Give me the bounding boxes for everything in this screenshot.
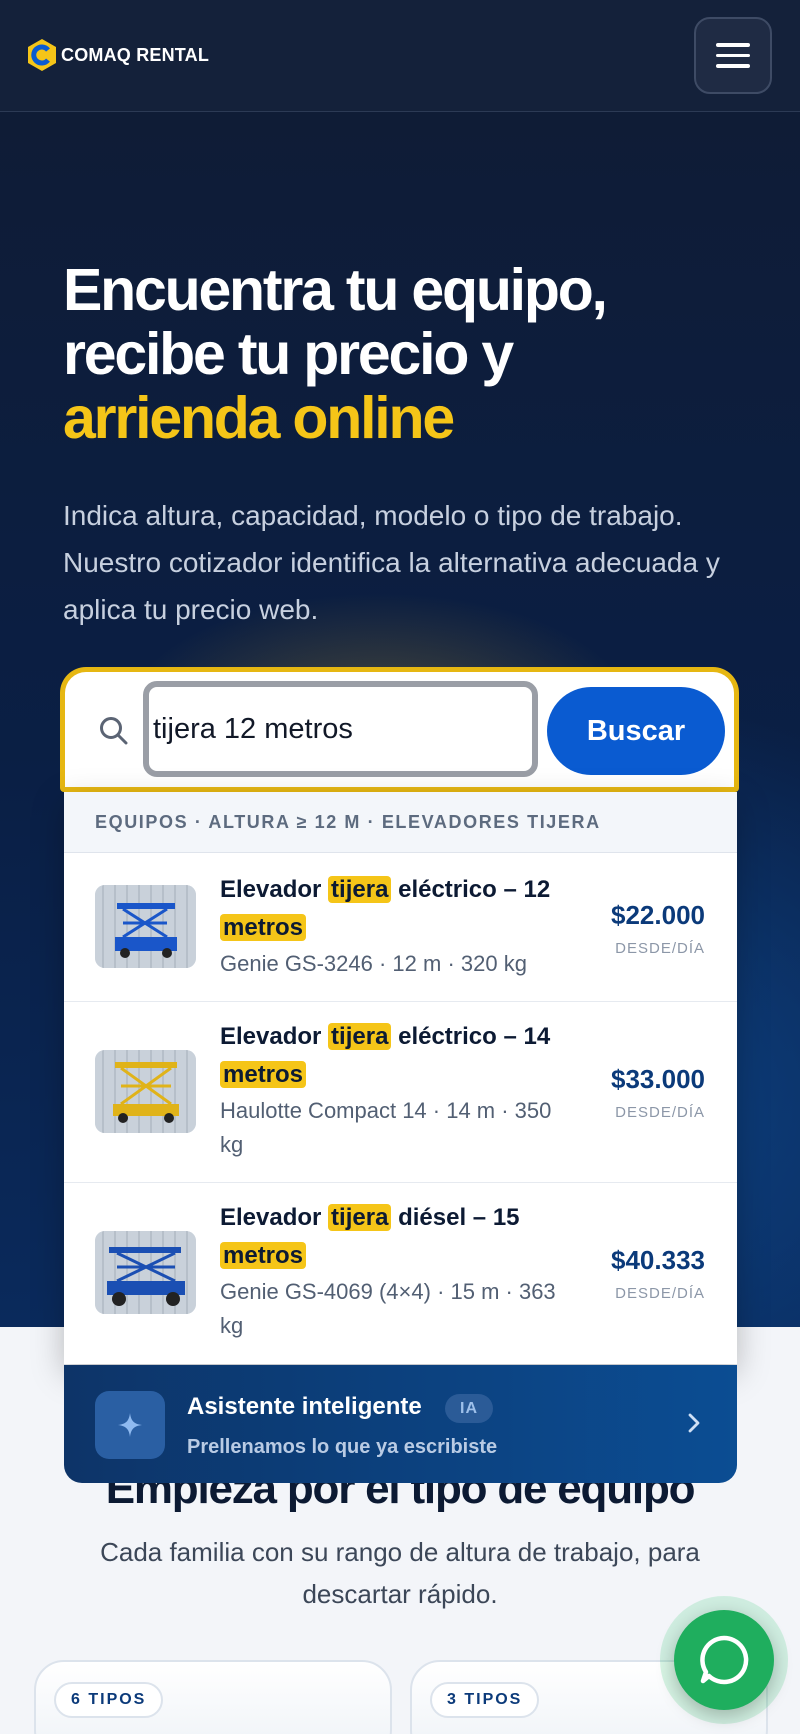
category-count-badge: 6 TIPOS (54, 1682, 164, 1718)
hero-title-highlight: arrienda online (63, 385, 455, 451)
result-price: $40.333 (611, 1245, 705, 1275)
hero-title-line1: Encuentra tu equipo, (63, 257, 608, 323)
ai-badge: IA (445, 1394, 493, 1423)
result-item[interactable]: Elevador tijera eléctrico – 12 metros Ge… (64, 853, 737, 1002)
result-price-unit: DESDE/DÍA (615, 1285, 705, 1302)
result-item[interactable]: Elevador tijera eléctrico – 14 metros Ha… (64, 1002, 737, 1183)
sparkle-icon (95, 1391, 165, 1459)
search-input-focus-ring (143, 681, 538, 777)
search-icon (100, 717, 128, 745)
brand-name: COMAQ RENTAL (61, 44, 210, 65)
result-price-unit: DESDE/DÍA (615, 940, 705, 957)
search-results-dropdown: EQUIPOS · ALTURA ≥ 12 M · ELEVADORES TIJ… (64, 792, 737, 1364)
category-card[interactable]: 6 TIPOS (34, 1660, 392, 1734)
search-bar: Buscar (60, 667, 739, 792)
hero-title-line2: recibe tu precio y (63, 321, 514, 387)
chevron-right-icon (688, 1413, 700, 1433)
assistant-subtitle: Prellenamos lo que ya escribiste (187, 1436, 498, 1458)
site-header: COMAQ RENTAL (0, 0, 800, 112)
result-item[interactable]: Elevador tijera diésel – 15 metros Genie… (64, 1183, 737, 1364)
result-price-unit: DESDE/DÍA (615, 1104, 705, 1121)
result-price: $33.000 (611, 1064, 705, 1094)
results-filter-header: EQUIPOS · ALTURA ≥ 12 M · ELEVADORES TIJ… (64, 792, 737, 853)
result-title: Elevador tijera diésel – 15 metros (220, 1204, 520, 1269)
blue-diesel-scissor-lift-image (95, 1231, 196, 1314)
brand-logo[interactable]: COMAQ RENTAL (26, 38, 209, 72)
ai-assistant-banner[interactable]: Asistente inteligente IA Prellenamos lo … (64, 1365, 737, 1483)
result-price: $22.000 (611, 900, 705, 930)
categories-subtitle: Cada familia con su rango de altura de t… (100, 1537, 700, 1609)
category-count-badge: 3 TIPOS (430, 1682, 540, 1718)
yellow-scissor-lift-image (95, 1050, 196, 1133)
result-title: Elevador tijera eléctrico – 12 metros (220, 876, 551, 941)
result-specs: Genie GS-4069 (4×4) · 15 m · 363 kg (220, 1279, 556, 1338)
whatsapp-icon[interactable] (674, 1610, 774, 1710)
assistant-title: Asistente inteligente (187, 1393, 422, 1420)
hamburger-menu-icon[interactable] (694, 17, 772, 94)
result-specs: Haulotte Compact 14 · 14 m · 350 kg (220, 1098, 552, 1157)
search-input[interactable] (149, 687, 532, 771)
blue-scissor-lift-image (95, 885, 196, 968)
result-title: Elevador tijera eléctrico – 14 metros (220, 1023, 551, 1088)
comaq-logo-icon (28, 39, 56, 71)
result-specs: Genie GS-3246 · 12 m · 320 kg (220, 951, 527, 976)
search-button[interactable]: Buscar (547, 687, 725, 775)
hero-subtitle: Indica altura, capacidad, modelo o tipo … (63, 500, 720, 625)
hero-title: Encuentra tu equipo, recibe tu precio y … (63, 258, 743, 450)
